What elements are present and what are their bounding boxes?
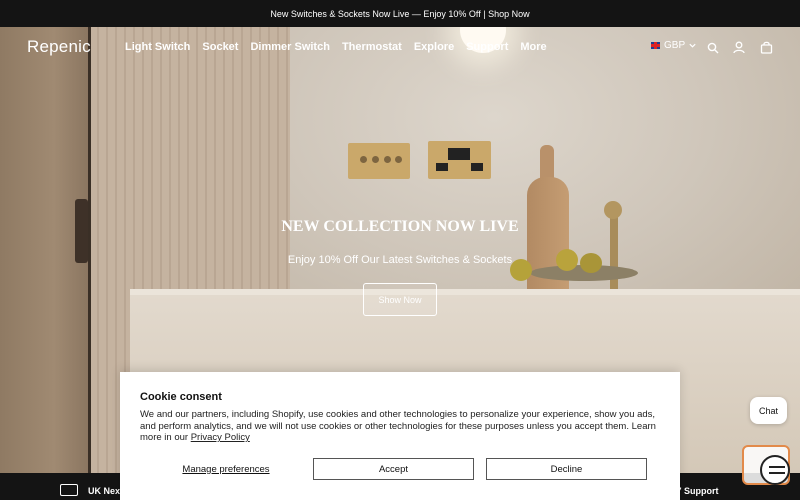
cookie-consent-banner: Cookie consent We and our partners, incl… <box>120 372 680 500</box>
chevron-down-icon <box>689 43 696 48</box>
nav-item-support[interactable]: Support <box>466 41 508 53</box>
search-icon[interactable] <box>707 42 719 54</box>
usp-delivery-text: UK Nex <box>88 486 121 496</box>
socket-plate <box>428 141 491 179</box>
announcement-text[interactable]: New Switches & Sockets Now Live — Enjoy … <box>270 9 529 19</box>
dimmer-knob <box>384 156 391 163</box>
dimmer-knob <box>395 156 402 163</box>
account-icon[interactable] <box>733 41 745 54</box>
decline-button[interactable]: Decline <box>486 458 647 480</box>
chat-line <box>769 472 785 474</box>
nav-item-explore[interactable]: Explore <box>414 41 454 53</box>
switch-plate <box>348 143 410 179</box>
chat-bubble-icon[interactable] <box>760 455 790 485</box>
manage-preferences-link[interactable]: Manage preferences <box>140 458 312 480</box>
accept-button[interactable]: Accept <box>313 458 474 480</box>
main-navigation: Repenic Light Switch Socket Dimmer Switc… <box>0 27 800 69</box>
tap-head <box>604 201 622 219</box>
cookie-title: Cookie consent <box>140 391 222 403</box>
privacy-policy-link[interactable]: Privacy Policy <box>191 432 250 443</box>
currency-label: GBP <box>664 40 686 51</box>
cookie-text: We and our partners, including Shopify, … <box>140 409 660 444</box>
nav-item-light-switch[interactable]: Light Switch <box>125 41 190 53</box>
nav-item-dimmer-switch[interactable]: Dimmer Switch <box>250 41 329 53</box>
cart-icon[interactable] <box>760 41 773 54</box>
chat-line <box>769 466 785 468</box>
nav-item-more[interactable]: More <box>520 41 546 53</box>
nav-menu: Light Switch Socket Dimmer Switch Thermo… <box>125 41 547 53</box>
door-edge <box>88 27 91 473</box>
delivery-truck-icon <box>60 484 78 496</box>
usp-support-text: /7 Support <box>674 486 719 496</box>
socket-slot <box>471 163 483 171</box>
currency-selector[interactable]: GBP <box>651 40 697 51</box>
announcement-bar[interactable]: New Switches & Sockets Now Live — Enjoy … <box>0 0 800 27</box>
chat-button[interactable]: Chat <box>750 397 787 424</box>
socket-slot <box>436 163 448 171</box>
logo[interactable]: Repenic <box>27 37 91 57</box>
nav-item-socket[interactable]: Socket <box>202 41 238 53</box>
uk-flag-icon <box>651 42 660 49</box>
hero-subtitle: Enjoy 10% Off Our Latest Switches & Sock… <box>287 254 513 266</box>
socket-earth-slot <box>448 148 470 160</box>
dimmer-knob <box>360 156 367 163</box>
dimmer-knob <box>372 156 379 163</box>
nav-item-thermostat[interactable]: Thermostat <box>342 41 402 53</box>
show-now-button[interactable]: Show Now <box>363 283 437 316</box>
hero-title: NEW COLLECTION NOW LIVE <box>281 218 519 235</box>
